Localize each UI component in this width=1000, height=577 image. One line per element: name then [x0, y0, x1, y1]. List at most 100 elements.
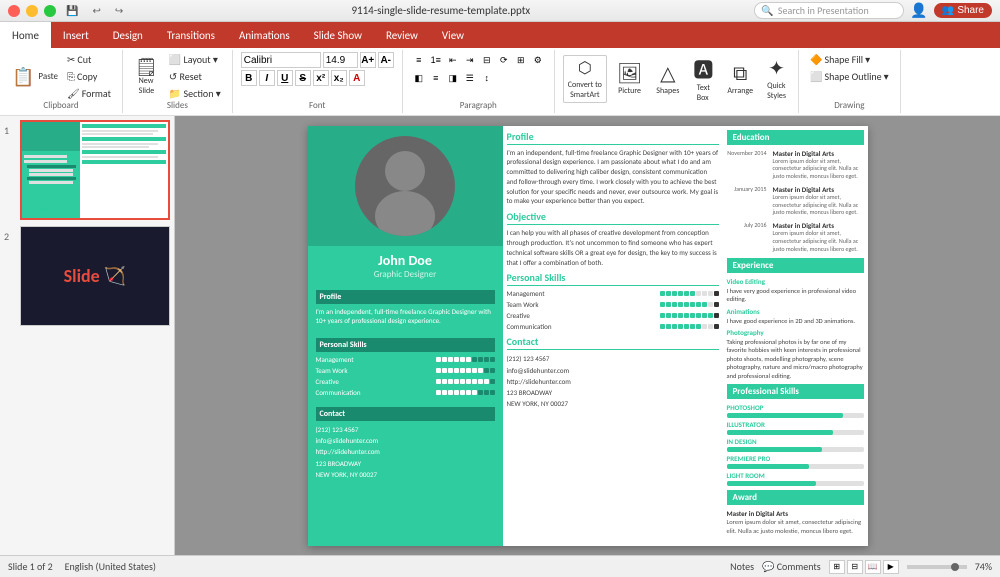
- slide-canvas: John Doe Graphic Designer Profile I'm an…: [308, 126, 868, 546]
- left-profile-text: I'm an independent, full-time freelance …: [316, 307, 495, 327]
- decrease-font-button[interactable]: A-: [378, 52, 394, 68]
- format-button[interactable]: 🖌 Format: [64, 86, 114, 101]
- tab-design[interactable]: Design: [101, 22, 155, 48]
- contact-right-email: info@slidehunter.com: [507, 365, 719, 376]
- subscript-button[interactable]: x₂: [331, 70, 347, 86]
- contact-right-section: Contact (212) 123 4567 info@slidehunter.…: [507, 335, 719, 409]
- columns-button[interactable]: ⊟: [479, 52, 495, 68]
- slide-image-2[interactable]: Slide 🏹: [20, 226, 170, 326]
- slides-group: 🗒 NewSlide ⬜ Layout ▾ ↺ Reset 📁 Section …: [123, 50, 233, 113]
- share-button[interactable]: 👥 Share: [934, 3, 992, 18]
- underline-button[interactable]: U: [277, 70, 293, 86]
- slide-thumb-1[interactable]: 1: [4, 120, 170, 220]
- picture-button[interactable]: 🖼 Picture: [613, 59, 646, 98]
- align-right-button[interactable]: ◨: [445, 70, 461, 86]
- decrease-indent-button[interactable]: ⇤: [445, 52, 461, 68]
- justify-button[interactable]: ☰: [462, 70, 478, 86]
- cut-button[interactable]: ✂ Cut: [64, 52, 114, 67]
- slide-sorter-button[interactable]: ⊟: [847, 560, 863, 574]
- zoom-level: 74%: [975, 560, 992, 573]
- comments-button[interactable]: 💬 Comments: [762, 560, 821, 573]
- normal-view-button[interactable]: ⊞: [829, 560, 845, 574]
- bold-button[interactable]: B: [241, 70, 257, 86]
- section-button[interactable]: 📁 Section ▾: [166, 86, 224, 101]
- thumb-header-1: [22, 122, 80, 151]
- paste-icon: 📋: [12, 68, 34, 86]
- zoom-slider[interactable]: [907, 565, 967, 569]
- align-left-button[interactable]: ◧: [411, 70, 427, 86]
- layout-button[interactable]: ⬜ Layout ▾: [166, 52, 224, 67]
- profile-heading: Profile: [507, 130, 719, 145]
- quick-styles-button[interactable]: ✦ QuickStyles: [763, 54, 790, 103]
- convert-smartart-button[interactable]: ⬡ Convert toSmartArt: [563, 55, 607, 103]
- exp-item-1: Video Editing I have very good experienc…: [727, 277, 864, 304]
- tab-slideshow[interactable]: Slide Show: [302, 22, 374, 48]
- shapes-icon: △: [660, 61, 675, 86]
- reading-view-button[interactable]: 📖: [865, 560, 881, 574]
- font-name-input[interactable]: [241, 52, 321, 68]
- undo-icon[interactable]: ↩: [88, 2, 104, 19]
- superscript-button[interactable]: x²: [313, 70, 329, 86]
- award-header: Award: [727, 490, 864, 505]
- slide-panel: 1: [0, 116, 175, 555]
- skill-item-teamwork: Team Work: [316, 366, 495, 375]
- minimize-button[interactable]: [26, 5, 38, 17]
- tab-transitions[interactable]: Transitions: [155, 22, 227, 48]
- new-slide-button[interactable]: 🗒 NewSlide: [131, 56, 162, 98]
- shapes-button[interactable]: △ Shapes: [652, 59, 683, 98]
- shape-outline-button[interactable]: ⬜ Shape Outline ▾: [807, 69, 892, 84]
- numbering-button[interactable]: 1≡: [428, 52, 444, 68]
- personal-skills-section: Personal Skills Management Team Work: [308, 334, 503, 403]
- smartart-convert-button[interactable]: ⚙: [530, 52, 546, 68]
- text-direction-button[interactable]: ⟳: [496, 52, 512, 68]
- view-buttons: ⊞ ⊟ 📖 ▶: [829, 560, 899, 574]
- arrange-button[interactable]: ⧉ Arrange: [723, 60, 757, 98]
- skill-dots-communication: [436, 390, 495, 395]
- increase-indent-button[interactable]: ⇥: [462, 52, 478, 68]
- award-title: Master in Digital Arts: [727, 509, 864, 518]
- edu-content-2: Master in Digital Arts Lorem ipsum dolor…: [773, 185, 864, 217]
- slide-thumb-2[interactable]: 2 Slide 🏹: [4, 226, 170, 326]
- contact-right-addr1: 123 BROADWAY: [507, 387, 719, 398]
- search-bar[interactable]: 🔍 Search in Presentation: [754, 2, 904, 19]
- font-size-input[interactable]: [323, 52, 358, 68]
- line-spacing-button[interactable]: ↕: [479, 70, 495, 86]
- slideshow-view-button[interactable]: ▶: [883, 560, 899, 574]
- skill-dots-right-management: [660, 291, 719, 296]
- copy-button[interactable]: ⎘ Copy: [64, 69, 114, 84]
- increase-font-button[interactable]: A+: [360, 52, 376, 68]
- slide-image-1[interactable]: John Doe: [20, 120, 170, 220]
- textbox-button[interactable]: 🅰 TextBox: [689, 52, 717, 105]
- skill-dots-creative: [436, 379, 495, 384]
- drawing-group: 🔶 Shape Fill ▾ ⬜ Shape Outline ▾ Drawing: [799, 50, 901, 113]
- skill-item-communication: Communication: [316, 388, 495, 397]
- award-section: Award Master in Digital Arts Lorem ipsum…: [727, 490, 864, 535]
- shape-fill-button[interactable]: 🔶 Shape Fill ▾: [807, 52, 892, 67]
- tab-review[interactable]: Review: [374, 22, 430, 48]
- bullets-button[interactable]: ≡: [411, 52, 427, 68]
- italic-button[interactable]: I: [259, 70, 275, 86]
- tab-animations[interactable]: Animations: [227, 22, 302, 48]
- redo-icon[interactable]: ↪: [111, 2, 127, 19]
- maximize-button[interactable]: [44, 5, 56, 17]
- align-center-button[interactable]: ≡: [428, 70, 444, 86]
- notes-button[interactable]: Notes: [730, 560, 754, 573]
- font-color-button[interactable]: A: [349, 70, 365, 86]
- align-text-button[interactable]: ⊞: [513, 52, 529, 68]
- tab-insert[interactable]: Insert: [51, 22, 101, 48]
- tab-home[interactable]: Home: [0, 22, 51, 48]
- thumb-left-1: [22, 122, 80, 218]
- ribbon-tabs: Home Insert Design Transitions Animation…: [0, 22, 1000, 48]
- format-icon: 🖌: [67, 87, 80, 100]
- strikethrough-button[interactable]: S: [295, 70, 311, 86]
- education-section: Education November 2014 Master in Digita…: [727, 130, 864, 254]
- close-button[interactable]: [8, 5, 20, 17]
- skill-right-management: Management: [507, 289, 719, 298]
- experience-section: Experience Video Editing I have very goo…: [727, 258, 864, 381]
- user-icon[interactable]: 👤: [910, 2, 927, 19]
- profile-photo: [355, 136, 455, 236]
- paste-button[interactable]: 📋 Paste: [8, 66, 62, 88]
- save-icon[interactable]: 💾: [62, 2, 82, 19]
- reset-button[interactable]: ↺ Reset: [166, 69, 224, 84]
- tab-view[interactable]: View: [430, 22, 476, 48]
